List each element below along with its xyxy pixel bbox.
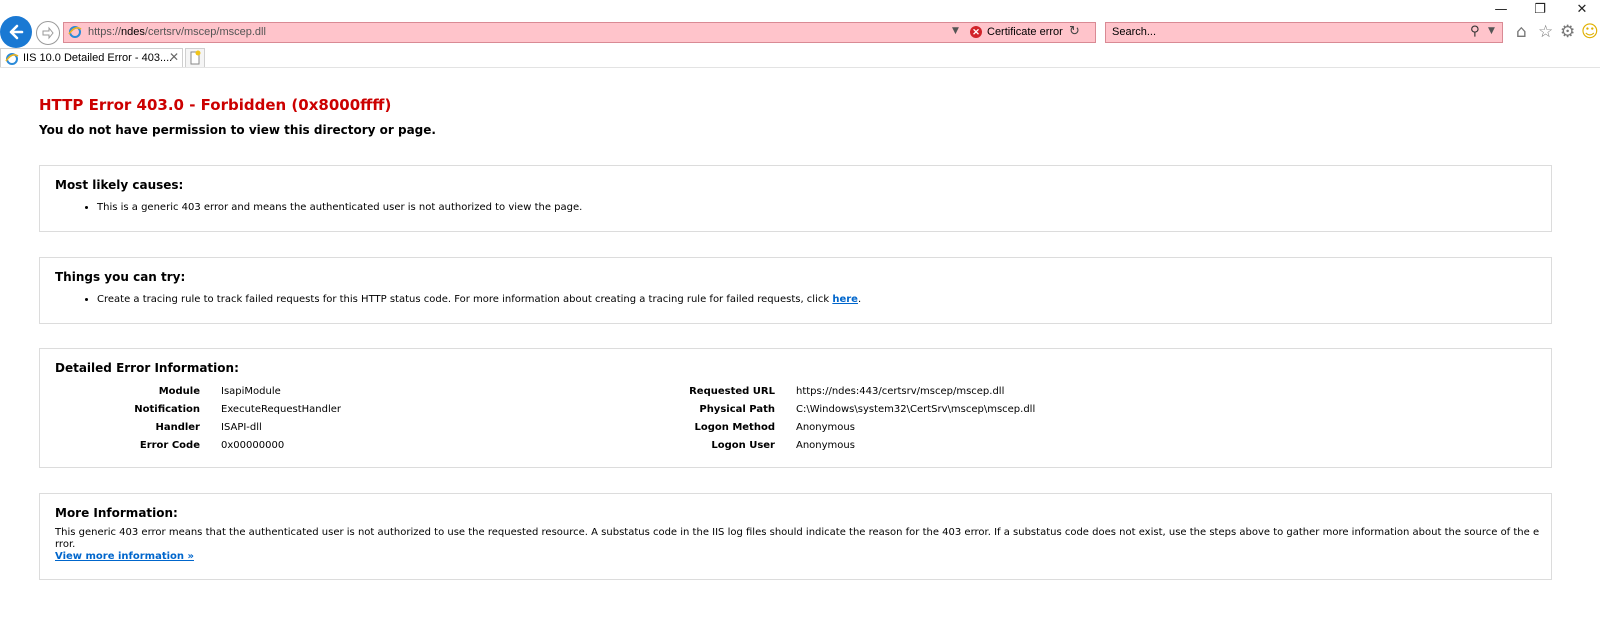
causes-section: Most likely causes: This is a generic 40…: [39, 165, 1552, 232]
search-icon[interactable]: ⚲: [1470, 24, 1480, 39]
detail-value: C:\Windows\system32\CertSrv\mscep\mscep.…: [796, 404, 1036, 415]
detail-value: Anonymous: [796, 440, 855, 451]
details-left-column: Module IsapiModule Notification ExecuteReq…: [56, 386, 341, 458]
detail-value: 0x00000000: [221, 440, 285, 451]
detail-label: Handler: [155, 422, 200, 433]
detail-value: IsapiModule: [221, 386, 281, 397]
try-item-text: Create a tracing rule to track failed re…: [97, 294, 833, 305]
tab-active[interactable]: IIS 10.0 Detailed Error - 403.... ✕: [0, 48, 183, 68]
detail-row: Requested URL https://ndes:443/certsrv/ms…: [620, 386, 1035, 404]
address-dropdown-icon[interactable]: ▼: [952, 26, 959, 36]
view-more-info-link[interactable]: View more information »: [55, 551, 194, 562]
detail-row: Error Code 0x00000000: [56, 440, 341, 458]
detail-label: Requested URL: [689, 386, 775, 397]
back-button[interactable]: [0, 16, 32, 48]
forward-arrow-icon: [42, 26, 54, 40]
restore-button[interactable]: ❐: [1530, 2, 1550, 17]
detail-label: Module: [158, 386, 200, 397]
list-item: Create a tracing rule to track failed re…: [97, 294, 861, 305]
search-dropdown-icon[interactable]: ▼: [1488, 26, 1495, 36]
more-info-heading: More Information:: [55, 506, 178, 520]
address-url[interactable]: https://ndes/certsrv/mscep/mscep.dll: [88, 26, 266, 38]
favorites-star-icon[interactable]: ☆: [1538, 22, 1553, 42]
try-item-tail: .: [857, 294, 862, 305]
try-list: Create a tracing rule to track failed re…: [97, 294, 861, 305]
details-heading: Detailed Error Information:: [55, 361, 239, 375]
certificate-error-icon[interactable]: ✕: [970, 26, 982, 38]
forward-button[interactable]: [36, 21, 60, 45]
causes-list: This is a generic 403 error and means th…: [97, 202, 582, 213]
detail-label: Notification: [134, 404, 200, 415]
detail-label: Logon User: [711, 440, 775, 451]
detail-label: Logon Method: [694, 422, 775, 433]
causes-heading: Most likely causes:: [55, 178, 184, 192]
list-item: This is a generic 403 error and means th…: [97, 202, 582, 213]
error-title: HTTP Error 403.0 - Forbidden (0x8000ffff…: [39, 96, 392, 114]
try-section: Things you can try: Create a tracing rul…: [39, 257, 1552, 324]
feedback-smiley-icon[interactable]: ☺: [1581, 22, 1599, 42]
error-subtitle: You do not have permission to view this …: [39, 123, 436, 137]
search-box[interactable]: Search... ⚲ ▼: [1105, 22, 1503, 43]
certificate-error-label[interactable]: Certificate error: [987, 26, 1063, 38]
new-tab-icon: [190, 50, 201, 65]
back-arrow-icon: [9, 24, 24, 40]
try-heading: Things you can try:: [55, 270, 186, 284]
detail-value: https://ndes:443/certsrv/mscep/mscep.dll: [796, 386, 1005, 397]
tab-title: IIS 10.0 Detailed Error - 403....: [23, 52, 173, 64]
minimize-button[interactable]: —: [1491, 2, 1511, 17]
refresh-icon[interactable]: ↻: [1069, 24, 1080, 39]
detail-row: Module IsapiModule: [56, 386, 341, 404]
browser-chrome: — ❐ ✕ https://ndes/certsrv/mscep/mscep.d…: [0, 0, 1600, 68]
more-info-text: This generic 403 error means that the au…: [55, 527, 1540, 550]
ie-tab-icon: [5, 53, 19, 65]
detail-value: ExecuteRequestHandler: [221, 404, 341, 415]
detail-row: Physical Path C:\Windows\system32\CertSrv…: [620, 404, 1035, 422]
detail-label: Physical Path: [699, 404, 775, 415]
detail-label: Error Code: [139, 440, 200, 451]
detail-value: ISAPI-dll: [221, 422, 262, 433]
here-link[interactable]: here: [832, 294, 858, 305]
detail-row: Notification ExecuteRequestHandler: [56, 404, 341, 422]
close-window-button[interactable]: ✕: [1572, 2, 1592, 17]
details-section: Detailed Error Information: Module IsapiM…: [39, 348, 1552, 468]
settings-gear-icon[interactable]: ⚙: [1560, 22, 1575, 42]
details-right-column: Requested URL https://ndes:443/certsrv/ms…: [620, 386, 1035, 458]
ie-page-icon: [68, 26, 82, 38]
detail-row: Handler ISAPI-dll: [56, 422, 341, 440]
detail-value: Anonymous: [796, 422, 855, 433]
tab-close-icon[interactable]: ✕: [169, 50, 179, 64]
home-icon[interactable]: ⌂: [1516, 22, 1527, 42]
chrome-divider: [0, 67, 1600, 68]
search-input[interactable]: Search...: [1112, 26, 1156, 38]
new-tab-button[interactable]: [185, 48, 205, 68]
detail-row: Logon Method Anonymous: [620, 422, 1035, 440]
detail-row: Logon User Anonymous: [620, 440, 1035, 458]
more-info-section: More Information: This generic 403 error…: [39, 493, 1552, 580]
address-bar[interactable]: https://ndes/certsrv/mscep/mscep.dll ▼ ✕…: [63, 22, 1096, 43]
